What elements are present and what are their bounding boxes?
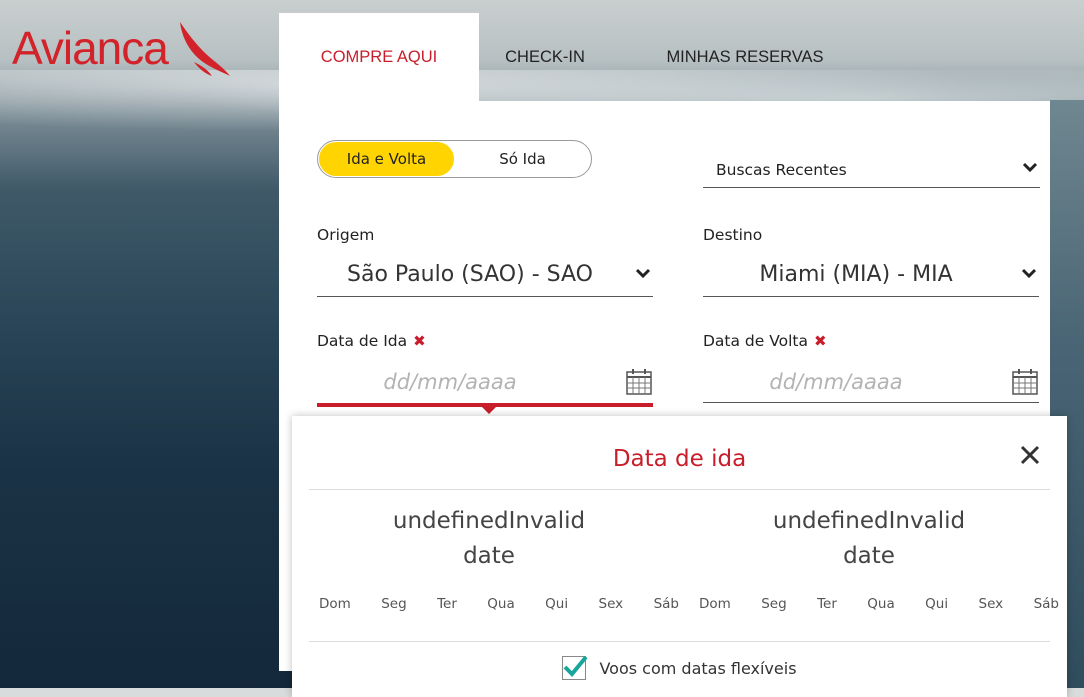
avianca-logo[interactable]: Avianca xyxy=(12,22,232,82)
origin-label: Origem xyxy=(317,226,375,244)
logo-wordmark: Avianca xyxy=(12,22,169,74)
month-header-line1: undefinedInvalid xyxy=(772,508,966,534)
weekday-label: Dom xyxy=(699,596,731,612)
return-date-placeholder: dd/mm/aaaa xyxy=(769,370,903,394)
tab-check-in[interactable]: CHECK-IN xyxy=(480,13,610,101)
recent-searches-dropdown[interactable]: Buscas Recentes xyxy=(703,150,1040,188)
weekday-label: Qua xyxy=(487,596,515,612)
flexible-dates-checkbox[interactable] xyxy=(562,655,588,680)
month-header-left: undefinedInvalid date xyxy=(304,504,674,574)
trip-type-round-trip[interactable]: Ida e Volta xyxy=(319,142,454,176)
required-x-icon: ✖ xyxy=(814,332,827,350)
flexible-dates-label: Voos com datas flexíveis xyxy=(599,658,797,678)
chevron-down-icon xyxy=(635,268,651,279)
month-header-line1: undefinedInvalid xyxy=(392,508,586,534)
departure-date-placeholder: dd/mm/aaaa xyxy=(383,370,517,394)
return-date-label-row: Data de Volta ✖ xyxy=(703,332,827,350)
tab-minhas-reservas[interactable]: MINHAS RESERVAS xyxy=(630,13,860,101)
weekday-label: Sex xyxy=(978,596,1004,612)
month-header-line2: date xyxy=(463,543,515,569)
weekday-label: Ter xyxy=(817,596,837,612)
origin-value: São Paulo (SAO) - SAO xyxy=(347,262,593,287)
tab-compre-aqui[interactable]: COMPRE AQUI xyxy=(279,13,479,101)
calendar-icon[interactable] xyxy=(625,368,653,396)
weekday-label: Qui xyxy=(925,596,949,612)
bird-logo-icon xyxy=(179,22,230,76)
weekday-label: Qua xyxy=(867,596,895,612)
weekday-label: Sáb xyxy=(1033,596,1059,612)
datepicker-divider-bottom xyxy=(309,641,1050,642)
datepicker-pointer xyxy=(480,405,498,414)
weekday-label: Sáb xyxy=(653,596,679,612)
month-header-right: undefinedInvalid date xyxy=(684,504,1054,574)
trip-type-toggle: Ida e Volta Só Ida xyxy=(317,140,592,178)
return-date-input[interactable]: dd/mm/aaaa xyxy=(703,362,1039,403)
origin-select[interactable]: São Paulo (SAO) - SAO xyxy=(317,252,653,297)
departure-date-label-row: Data de Ida ✖ xyxy=(317,332,426,350)
weekday-label: Ter xyxy=(437,596,457,612)
chevron-down-icon xyxy=(1021,268,1037,279)
calendar-icon[interactable] xyxy=(1011,368,1039,396)
recent-searches-label: Buscas Recentes xyxy=(716,161,847,179)
weekday-row-right: Dom Seg Ter Qua Qui Sex Sáb xyxy=(699,596,1059,612)
datepicker-divider-top xyxy=(309,489,1050,490)
close-icon[interactable] xyxy=(1019,444,1041,466)
destination-select[interactable]: Miami (MIA) - MIA xyxy=(703,252,1039,297)
weekday-label: Dom xyxy=(319,596,351,612)
weekday-row-left: Dom Seg Ter Qua Qui Sex Sáb xyxy=(319,596,679,612)
departure-date-input[interactable]: dd/mm/aaaa xyxy=(317,362,653,407)
chevron-down-icon xyxy=(1022,162,1038,173)
datepicker-title: Data de ida xyxy=(612,446,747,472)
datepicker-popup: Data de ida undefinedInvalid date undefi… xyxy=(292,416,1067,697)
checkmark-icon xyxy=(564,655,588,677)
trip-type-one-way[interactable]: Só Ida xyxy=(456,142,589,176)
destination-label: Destino xyxy=(703,226,763,244)
required-x-icon: ✖ xyxy=(413,332,426,350)
return-date-label: Data de Volta xyxy=(703,332,809,350)
weekday-label: Seg xyxy=(761,596,787,612)
weekday-label: Qui xyxy=(545,596,569,612)
weekday-label: Sex xyxy=(598,596,624,612)
flexible-dates-row: Voos com datas flexíveis xyxy=(292,655,1067,680)
weekday-label: Seg xyxy=(381,596,407,612)
destination-value: Miami (MIA) - MIA xyxy=(759,262,953,287)
month-header-line2: date xyxy=(843,543,895,569)
departure-date-label: Data de Ida xyxy=(317,332,408,350)
